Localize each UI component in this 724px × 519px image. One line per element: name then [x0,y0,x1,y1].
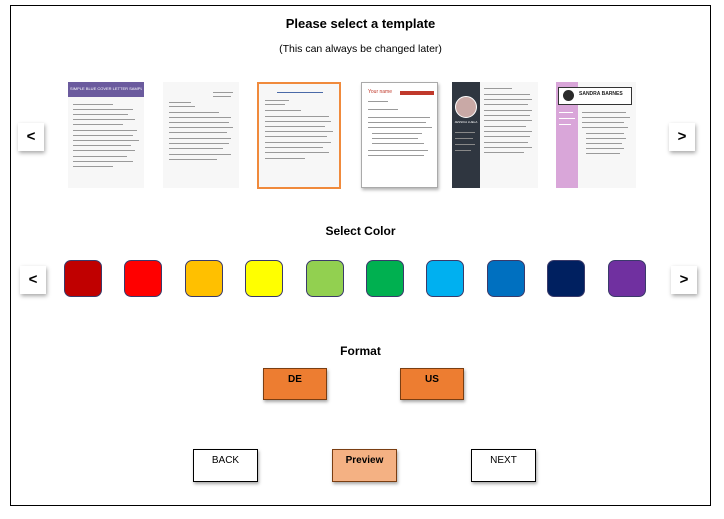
next-button[interactable]: NEXT [471,449,536,482]
color-swatch[interactable] [366,260,404,297]
template-5-photo [455,96,477,118]
color-swatch[interactable] [305,260,344,297]
template-6-photo [563,90,574,101]
color-swatch[interactable] [547,260,586,297]
template-thumbnail-4[interactable]: Your name [361,82,438,188]
color-prev-button[interactable]: < [20,266,46,294]
page-title: Please select a template [285,16,436,31]
template-1-heading: SIMPLE BLUE COVER LETTER SAMPLE [70,86,142,91]
template-prev-button[interactable]: < [18,123,44,151]
color-swatch[interactable] [607,260,646,297]
template-thumbnail-6[interactable]: SANDRA BARNES [556,82,636,188]
template-next-button[interactable]: > [669,123,695,151]
template-6-name: SANDRA BARNES [579,91,623,97]
back-button[interactable]: BACK [193,449,258,482]
format-section-title: Format [340,344,381,358]
page-subtitle: (This can always be changed later) [279,43,442,55]
color-swatch[interactable] [64,260,102,297]
color-swatch[interactable] [245,260,284,297]
template-4-heading: Your name [368,89,392,95]
format-de-button[interactable]: DE [263,368,327,400]
template-5-sidebar: JESSICA LUELA [452,82,480,188]
template-thumbnail-5[interactable]: JESSICA LUELA [452,82,538,188]
color-swatch[interactable] [486,260,525,297]
color-swatch[interactable] [426,260,465,297]
template-thumbnail-2[interactable] [163,82,239,188]
color-section-title: Select Color [325,224,396,238]
template-dialog: Please select a template (This can alway… [10,5,711,506]
template-thumbnail-1[interactable]: SIMPLE BLUE COVER LETTER SAMPLE [68,82,144,188]
template-4-accent [400,91,434,95]
template-thumbnail-3[interactable] [257,82,341,189]
template-5-name: JESSICA LUELA [454,120,478,124]
color-next-button[interactable]: > [671,266,697,294]
template-6-header-box: SANDRA BARNES [558,87,632,105]
color-swatch[interactable] [184,260,223,297]
preview-button[interactable]: Preview [332,449,397,482]
color-swatch[interactable] [124,260,163,297]
format-us-button[interactable]: US [400,368,464,400]
